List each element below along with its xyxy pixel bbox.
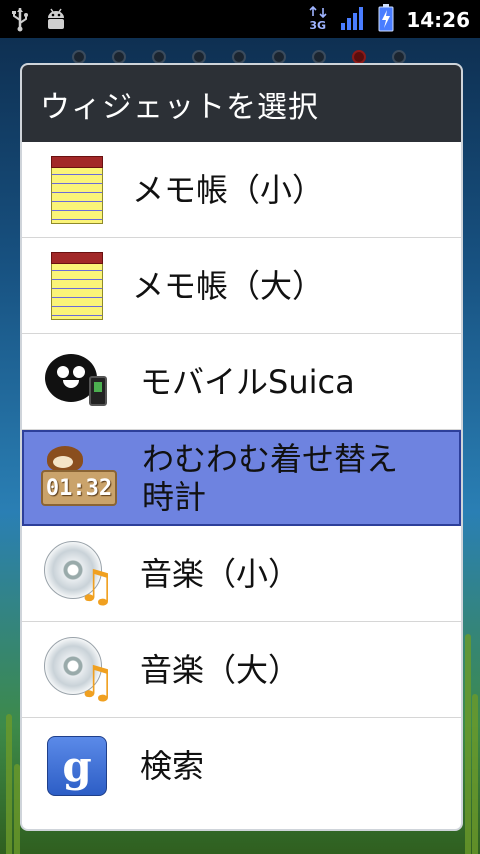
widget-item-label: 検索: [140, 747, 205, 785]
notepad-icon: [51, 155, 103, 224]
home-page-indicator: [0, 50, 480, 66]
widget-item-label: メモ帳（大）: [132, 266, 325, 305]
3g-data-icon: 3G: [308, 6, 328, 34]
page-dot[interactable]: [112, 50, 126, 64]
widget-item-label: わむわむ着せ替え時計: [142, 440, 399, 516]
network-type-label: 3G: [309, 19, 327, 32]
page-dot[interactable]: [152, 50, 166, 64]
google-search-icon: g: [47, 736, 107, 796]
page-dot[interactable]: [192, 50, 206, 64]
widget-item-memo-large[interactable]: メモ帳（大）: [22, 238, 461, 334]
dialog-title: ウィジェットを選択: [22, 65, 461, 142]
page-dot[interactable]: [312, 50, 326, 64]
widget-item-search[interactable]: g 検索: [22, 718, 461, 814]
widget-item-wamuwamu-clock[interactable]: 01:32 わむわむ着せ替え時計: [22, 430, 461, 526]
widget-item-memo-small[interactable]: メモ帳（小）: [22, 142, 461, 238]
page-dot[interactable]: [72, 50, 86, 64]
widget-item-music-small[interactable]: ♫ 音楽（小）: [22, 526, 461, 622]
notepad-icon: [51, 251, 103, 320]
widget-item-label: 音楽（小）: [140, 554, 301, 593]
clock-widget-icon: 01:32: [41, 446, 117, 510]
android-debug-icon: [44, 6, 68, 36]
widget-item-mobile-suica[interactable]: モバイルSuica: [22, 334, 461, 430]
usb-icon: [10, 6, 30, 36]
signal-strength-icon: [340, 5, 366, 35]
widget-item-label: 音楽（大）: [140, 650, 301, 689]
widget-picker-dialog: ウィジェットを選択 メモ帳（小） メモ帳（大） モバイルSuica 01:32: [22, 65, 461, 829]
page-dot[interactable]: [392, 50, 406, 64]
widget-item-label: モバイルSuica: [140, 362, 355, 401]
page-dot[interactable]: [232, 50, 246, 64]
page-dot-active[interactable]: [352, 50, 366, 64]
status-clock: 14:26: [406, 8, 470, 32]
suica-penguin-icon: [45, 353, 109, 410]
music-cd-icon: ♫: [44, 636, 116, 704]
status-bar: 3G 14:26: [0, 0, 480, 38]
widget-item-music-large[interactable]: ♫ 音楽（大）: [22, 622, 461, 718]
battery-charging-icon: [378, 4, 394, 36]
page-dot[interactable]: [272, 50, 286, 64]
widget-item-label: メモ帳（小）: [132, 170, 325, 209]
music-cd-icon: ♫: [44, 540, 116, 608]
clock-icon-time: 01:32: [41, 470, 117, 506]
